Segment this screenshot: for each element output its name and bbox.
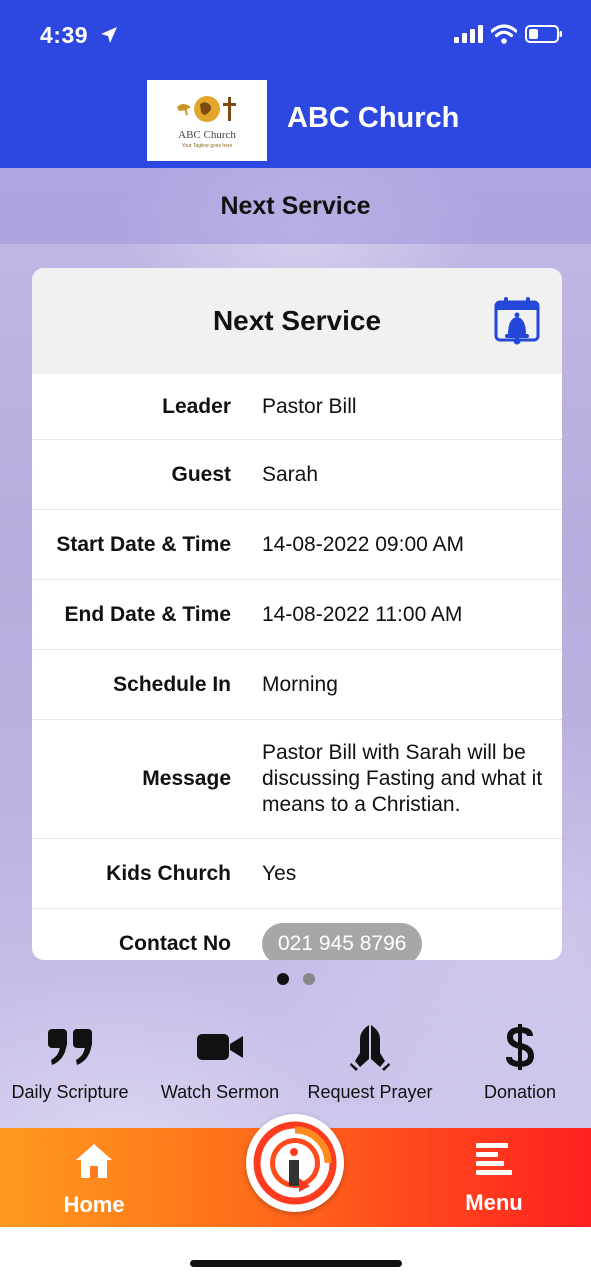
row-guest: Guest Sarah [32, 440, 562, 510]
row-label: Contact No [119, 932, 231, 955]
row-value: 021 945 8796 [262, 923, 562, 960]
reminder-button[interactable] [494, 296, 540, 346]
praying-hands-icon [350, 1025, 390, 1071]
row-start-datetime: Start Date & Time 14-08-2022 09:00 AM [32, 510, 562, 580]
row-label: Leader [162, 394, 231, 418]
page-indicator [0, 973, 591, 985]
row-value: Morning [262, 672, 338, 696]
menu-icon [476, 1143, 512, 1175]
row-schedule-in: Schedule In Morning [32, 650, 562, 720]
donation-label: Donation [483, 1082, 557, 1102]
logo-tagline: Your Tagline goes here [181, 142, 233, 149]
row-leader: Leader Pastor Bill [32, 374, 562, 440]
location-arrow-icon [100, 27, 117, 43]
center-home-button[interactable] [246, 1114, 344, 1212]
signal-icon [454, 25, 483, 43]
tab-menu[interactable]: Menu [454, 1142, 534, 1216]
watch-sermon-button[interactable]: Watch Sermon [145, 1022, 295, 1103]
tab-home[interactable]: Home [54, 1142, 134, 1218]
card-header: Next Service [32, 268, 562, 374]
app-header: 4:39 ABC Church Your Tagline goes here A… [0, 0, 591, 168]
tab-home-label: Home [63, 1192, 125, 1217]
status-icons [453, 24, 563, 44]
row-value: Pastor Bill with Sarah will be discussin… [262, 741, 543, 816]
contact-number-button[interactable]: 021 945 8796 [262, 923, 423, 960]
quote-icon [48, 1029, 92, 1065]
row-value: Pastor Bill [262, 394, 357, 418]
row-end-datetime: End Date & Time 14-08-2022 11:00 AM [32, 580, 562, 650]
watch-sermon-label: Watch Sermon [160, 1082, 280, 1102]
daily-scripture-button[interactable]: Daily Scripture [0, 1022, 145, 1103]
row-label: Guest [171, 462, 231, 486]
tab-menu-label: Menu [465, 1190, 523, 1215]
row-value: Sarah [262, 462, 319, 486]
row-value: 14-08-2022 09:00 AM [262, 532, 464, 556]
request-prayer-button[interactable]: Request Prayer [295, 1022, 445, 1103]
status-time: 4:39 [40, 22, 119, 49]
row-value: 14-08-2022 11:00 AM [262, 602, 463, 626]
home-icon [76, 1144, 112, 1178]
status-time-label: 4:39 [40, 22, 89, 48]
row-label: Message [142, 767, 231, 790]
next-service-card[interactable]: Next Service Leader Pastor Bill Guest Sa… [32, 268, 562, 960]
wifi-icon [491, 24, 517, 44]
card-title: Next Service [212, 305, 382, 336]
row-label: Kids Church [106, 861, 231, 885]
request-prayer-label: Request Prayer [307, 1082, 433, 1102]
donation-button[interactable]: Donation [445, 1022, 591, 1103]
row-contact-no: Contact No 021 945 8796 [32, 909, 562, 960]
row-label: Start Date & Time [56, 532, 231, 556]
page-dot-2[interactable] [302, 973, 315, 985]
video-camera-icon [197, 1034, 243, 1060]
battery-icon [525, 25, 562, 43]
quick-actions: Daily Scripture Watch Sermon Request Pra… [0, 1022, 591, 1122]
page-dot-1[interactable] [276, 973, 289, 985]
row-kids-church: Kids Church Yes [32, 839, 562, 909]
row-value: Yes [262, 861, 297, 885]
row-label: End Date & Time [64, 602, 231, 626]
daily-scripture-label: Daily Scripture [11, 1082, 129, 1102]
app-logo-icon [253, 1121, 337, 1205]
app-title: ABC Church [287, 102, 460, 134]
row-label: Schedule In [113, 672, 231, 696]
home-indicator [190, 1260, 402, 1267]
logo-emblem-icon [177, 95, 236, 122]
calendar-bell-icon [494, 297, 540, 345]
church-logo: ABC Church Your Tagline goes here [147, 80, 267, 161]
page-title: Next Service [0, 168, 591, 244]
logo-name: ABC Church [178, 128, 236, 141]
dollar-icon [506, 1024, 535, 1070]
row-message: Message Pastor Bill with Sarah will be d… [32, 720, 562, 839]
